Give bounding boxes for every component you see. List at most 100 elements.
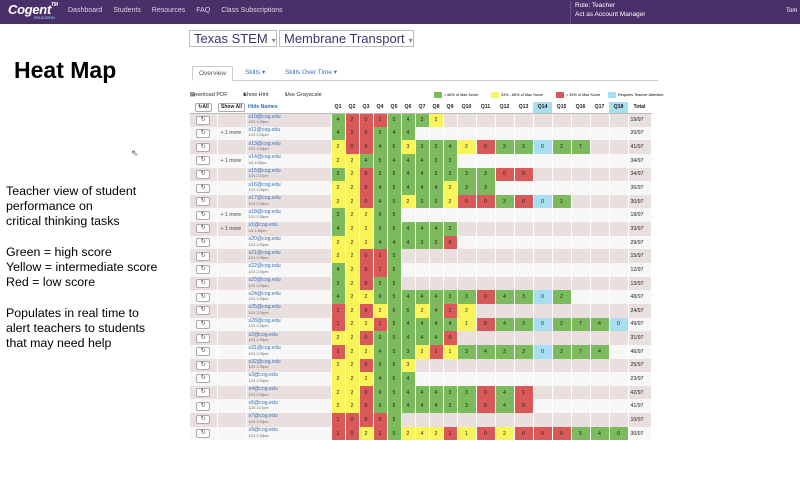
refresh-icon[interactable]: ↻ <box>196 306 211 316</box>
total-score: 34/97 <box>628 167 652 182</box>
refresh-icon[interactable]: ↻ <box>196 319 211 329</box>
score-cell: 3 <box>514 140 534 154</box>
more-attempts-link[interactable]: + 1 more <box>217 222 247 236</box>
tab-overview[interactable]: Overview <box>192 66 234 81</box>
column-header-q1[interactable]: Q1 <box>331 102 345 114</box>
refresh-icon[interactable]: ↻ <box>196 265 211 275</box>
score-cell: 4 <box>495 385 515 400</box>
score-cell <box>571 276 591 291</box>
refresh-icon[interactable]: ↻ <box>196 251 211 261</box>
column-header-q17[interactable]: Q17 <box>590 102 609 114</box>
refresh-icon[interactable]: ↻ <box>196 279 211 288</box>
act-as-account-manager-link[interactable]: Act as Account Manager <box>575 10 800 19</box>
score-cell: 2 <box>331 385 346 400</box>
lesson-select[interactable]: Membrane Transport ▾ <box>279 30 414 47</box>
refresh-icon[interactable]: ↻ <box>196 128 211 138</box>
column-header-q2[interactable]: Q2 <box>345 102 359 114</box>
score-cell <box>533 303 553 318</box>
score-cell <box>552 413 572 427</box>
score-cell: 4 <box>590 317 610 332</box>
column-header-q11[interactable]: Q11 <box>476 102 495 114</box>
score-cell: 2 <box>345 208 360 223</box>
nav-faq[interactable]: FAQ <box>196 7 210 14</box>
refresh-icon[interactable]: ↻ <box>196 238 211 248</box>
column-header-q13[interactable]: Q13 <box>514 102 533 114</box>
submission-time: 1/21 2:26pm <box>248 120 269 125</box>
nav-class-subscriptions[interactable]: Class Subscriptions <box>221 7 282 14</box>
refresh-icon[interactable]: ↻ <box>196 388 211 398</box>
column-header-q6[interactable]: Q6 <box>401 102 415 114</box>
score-cell <box>609 276 629 291</box>
user-menu[interactable]: Tom <box>786 8 797 14</box>
score-cell: 1 <box>443 303 458 318</box>
course-select[interactable]: Texas STEM ▾ <box>189 30 277 47</box>
column-header-q9[interactable]: Q9 <box>443 102 457 114</box>
score-cell <box>609 290 629 304</box>
more-attempts-link <box>217 413 247 427</box>
refresh-icon[interactable]: ↻ <box>196 401 211 411</box>
refresh-icon[interactable]: ↻ <box>196 415 211 425</box>
score-cell <box>590 276 610 291</box>
column-header-q10[interactable]: Q10 <box>457 102 476 114</box>
column-header-q4[interactable]: Q4 <box>373 102 387 114</box>
column-header-q3[interactable]: Q3 <box>359 102 373 114</box>
column-header-q14[interactable]: Q14 <box>533 102 552 114</box>
refresh-icon[interactable]: ↻ <box>196 183 211 193</box>
score-cell: 0 <box>533 194 553 209</box>
column-header-q5[interactable]: Q5 <box>387 102 401 114</box>
more-attempts-link[interactable]: + 1 more <box>217 153 247 168</box>
student-name-cell: s17@cog.edu 1/21 2:25pm <box>246 194 332 209</box>
score-cell <box>514 276 534 291</box>
score-cell: 5 <box>387 140 402 154</box>
more-attempts-link[interactable]: + 1 more <box>217 126 247 141</box>
refresh-icon[interactable]: ↻ <box>196 333 211 343</box>
score-cell <box>415 276 430 291</box>
refresh-icon[interactable]: ↻ <box>196 115 211 125</box>
refresh-icon[interactable]: ↻ <box>196 142 211 152</box>
nav-students[interactable]: Students <box>113 7 141 14</box>
column-header-q18[interactable]: Q18 <box>609 102 628 114</box>
score-cell: 4 <box>373 181 388 195</box>
column-header-total[interactable]: Total <box>628 102 651 114</box>
student-row: ↻ s24@cog.edu 1/21 2:25pm 4 2 2 6 5 4 4 4 3 3 0 4 3 0 2 48… <box>190 290 652 304</box>
more-attempts-link[interactable]: + 1 more <box>217 208 247 223</box>
column-header-q8[interactable]: Q8 <box>429 102 443 114</box>
score-cell: 4 <box>373 235 388 250</box>
student-name-cell: s15@cog.edu 1/21 2:27pm <box>246 167 332 182</box>
refresh-icon[interactable]: ↻ <box>196 156 211 166</box>
refresh-icon[interactable]: ↻ <box>196 169 211 179</box>
refresh-icon[interactable]: ↻ <box>196 292 211 302</box>
score-cell: 6 <box>373 208 388 223</box>
score-cell: 4 <box>387 153 402 168</box>
show-all-button[interactable]: Show All <box>218 102 245 112</box>
refresh-icon[interactable]: ↻ <box>196 429 211 439</box>
score-cell <box>401 249 416 264</box>
refresh-icon[interactable]: ↻ <box>196 197 211 207</box>
more-attempts-link <box>217 140 247 154</box>
tab-skills[interactable]: Skills ▾ <box>239 66 271 81</box>
score-cell: 3 <box>443 385 458 400</box>
nav-resources[interactable]: Resources <box>152 7 185 14</box>
student-row: ↻ s32@cog.edu 1/21 2:25pm 2 2 0 6 5 3 25/97 <box>190 358 652 373</box>
hide-names-link[interactable]: Hide Names <box>246 102 331 114</box>
refresh-icon[interactable]: ↻ <box>196 224 211 234</box>
column-header-q7[interactable]: Q7 <box>415 102 429 114</box>
refresh-icon[interactable]: ↻ <box>196 360 211 370</box>
role-box: Role: Teacher Act as Account Manager <box>570 1 800 23</box>
column-header-q15[interactable]: Q15 <box>552 102 571 114</box>
score-cell <box>609 235 629 250</box>
score-cell <box>533 276 553 291</box>
refresh-icon[interactable]: ↻ <box>196 210 211 220</box>
score-cell <box>495 222 515 236</box>
score-cell <box>590 290 610 304</box>
column-header-q12[interactable]: Q12 <box>495 102 514 114</box>
all-button[interactable]: ↻All <box>195 102 212 112</box>
refresh-icon[interactable]: ↻ <box>196 374 211 384</box>
tab-skills-over-time[interactable]: Skills Over Time ▾ <box>279 66 343 81</box>
nav-dashboard[interactable]: Dashboard <box>68 7 102 14</box>
column-header-q16[interactable]: Q16 <box>571 102 590 114</box>
score-cell <box>457 331 477 345</box>
refresh-icon[interactable]: ↻ <box>196 347 211 357</box>
cogent-logo[interactable]: CogentTM EDUCATION <box>8 2 58 20</box>
score-cell: 3 <box>457 181 477 195</box>
